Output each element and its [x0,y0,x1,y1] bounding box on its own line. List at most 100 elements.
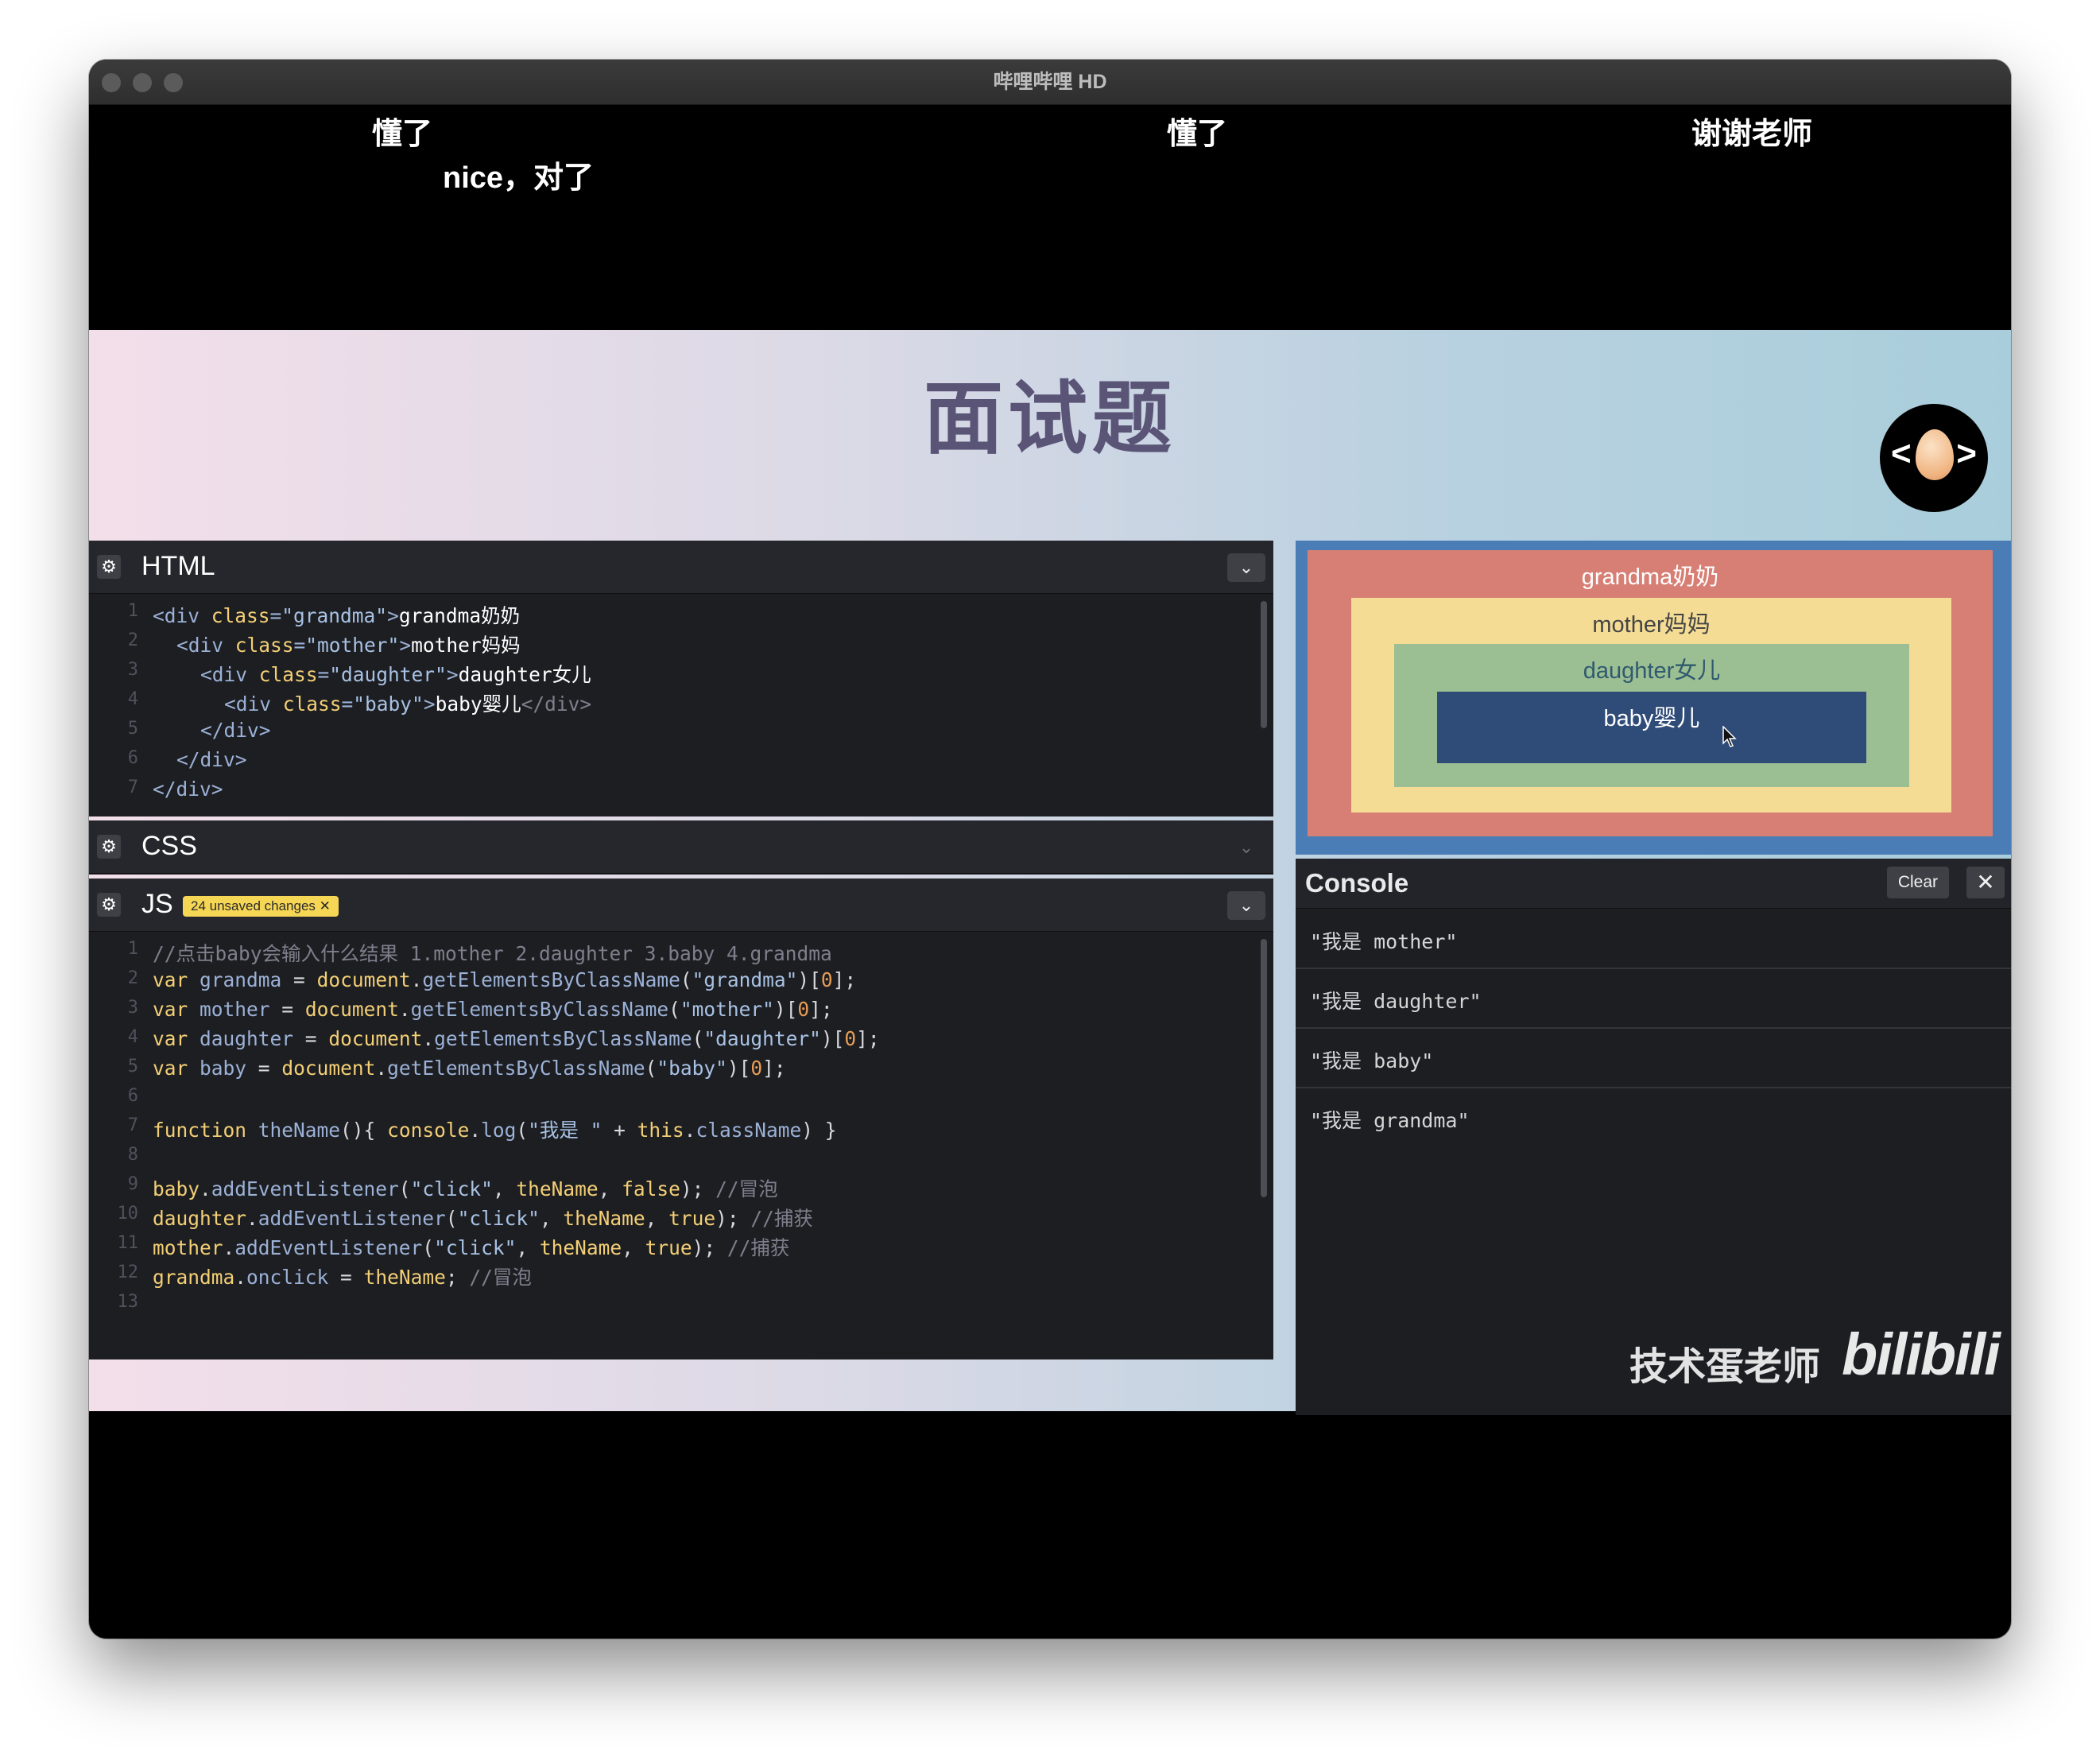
code-token: ( [680,968,692,991]
code-token: ); [715,1207,751,1230]
code-token: , [598,1177,622,1200]
code-token: daughter女儿 [458,663,591,686]
danmaku-comment: 懂了 [372,118,433,151]
code-token: //冒泡 [715,1177,778,1200]
window-title: 哔哩哔哩 HD [993,71,1107,93]
code-token: = [293,1027,329,1050]
bilibili-logo: bilibili [1842,1321,2001,1387]
code-token: class [282,692,342,716]
code-token: + [602,1119,637,1142]
code-line: var grandma = document.getElementsByClas… [153,968,856,991]
code-token: . [234,1266,247,1289]
code-token: = [328,1266,364,1289]
css-pane-header[interactable]: ⚙ CSS ⌄ [89,820,1273,874]
code-token: ]; [762,1057,786,1080]
console-log-text: "我是 mother" [1310,930,1458,953]
code-line: </div> [176,748,247,771]
danmaku-comment: 懂了 [1167,118,1228,151]
code-token: true [668,1207,716,1230]
code-token: this [637,1119,684,1142]
code-token: addEventListener [211,1177,399,1200]
line-number: 6 [127,748,138,768]
code-token: theName [563,1207,645,1230]
console-log-text: "我是 grandma" [1310,1109,1470,1132]
console-log-entry: "我是 grandma" [1296,1088,2011,1146]
code-token: <div [153,604,211,627]
code-token: addEventListener [258,1207,446,1230]
danmaku-comment: nice，对了 [443,161,595,195]
code-token: grandma [153,1266,235,1289]
code-token: . [684,1119,696,1142]
code-token: class [211,604,270,627]
css-editor-pane: ⚙ CSS ⌄ [89,820,1273,875]
code-token: "grandma" [281,604,388,627]
code-line: baby.addEventListener("click", theName, … [153,1174,778,1202]
console-title: Console [1305,868,1409,898]
code-token: document [281,1057,376,1080]
line-number: 9 [127,1174,138,1194]
code-token: getElementsByClassName [434,1027,692,1050]
code-token: . [223,1236,235,1259]
code-token: <div [176,634,235,657]
slide-title: 面试题 [924,374,1176,463]
code-token: . [422,1027,435,1050]
code-token: ) } [801,1119,837,1142]
code-token: . [410,968,423,991]
line-number: 3 [127,998,138,1018]
console-log-text: "我是 daughter" [1310,990,1482,1013]
chevron-down-icon[interactable]: ⌄ [1227,833,1265,862]
channel-logo: < > [1880,404,1988,512]
clear-button[interactable]: Clear [1886,867,1949,898]
console-log-entry: "我是 daughter" [1296,968,2011,1029]
chevron-down-icon[interactable]: ⌄ [1227,553,1265,582]
daughter-label: daughter女儿 [1583,658,1721,684]
code-token: ( [668,998,680,1021]
code-token: ( [445,1207,458,1230]
baby-box[interactable]: baby婴儿 [1437,692,1866,763]
code-token: function [153,1119,247,1142]
gear-icon[interactable]: ⚙ [97,555,121,579]
gear-icon[interactable]: ⚙ [97,893,121,917]
code-token: <div [200,663,259,686]
line-number: 4 [127,689,138,709]
code-token: "我是 " [528,1119,602,1142]
code-token: "click" [434,1236,517,1259]
code-token: )[ [726,1057,751,1080]
line-number: 1 [127,601,138,621]
chevron-down-icon[interactable]: ⌄ [1227,891,1265,920]
code-token: class [258,663,318,686]
unsaved-changes-badge[interactable]: 24 unsaved changes ✕ [183,896,339,917]
mother-label: mother妈妈 [1592,612,1711,638]
code-line: grandma.onclick = theName; //冒泡 [153,1262,532,1290]
code-token: theName [539,1236,622,1259]
js-scrollbar[interactable] [1261,939,1267,1197]
code-token: , [516,1236,540,1259]
close-icon[interactable]: ✕ [1966,867,2005,898]
html-pane-title: HTML [141,551,215,581]
code-token: = [341,692,354,716]
code-line: </div> [200,719,271,742]
code-token: getElementsByClassName [422,968,680,991]
code-token: "mother" [680,998,774,1021]
js-pane-title: JS [141,889,173,919]
line-number: 2 [127,968,138,988]
code-token: document [316,968,411,991]
code-token: 0 [844,1027,857,1050]
gear-icon[interactable]: ⚙ [97,835,121,859]
code-token: baby婴儿 [435,692,521,716]
code-token: . [246,1207,258,1230]
console-header: Console Clear ✕ [1296,859,2011,909]
css-pane-title: CSS [141,831,197,861]
code-token: . [200,1177,211,1200]
code-token: . [398,998,411,1021]
code-token: baby [153,1177,200,1200]
line-number: 11 [117,1233,139,1253]
code-token: "daughter" [329,663,447,686]
code-token: onclick [246,1266,329,1289]
html-scrollbar[interactable] [1261,601,1267,728]
code-token: , [539,1207,564,1230]
code-token: ( [516,1119,529,1142]
code-token: ( [645,1057,657,1080]
code-token: ]; [832,968,857,991]
code-token: (){ [340,1119,388,1142]
